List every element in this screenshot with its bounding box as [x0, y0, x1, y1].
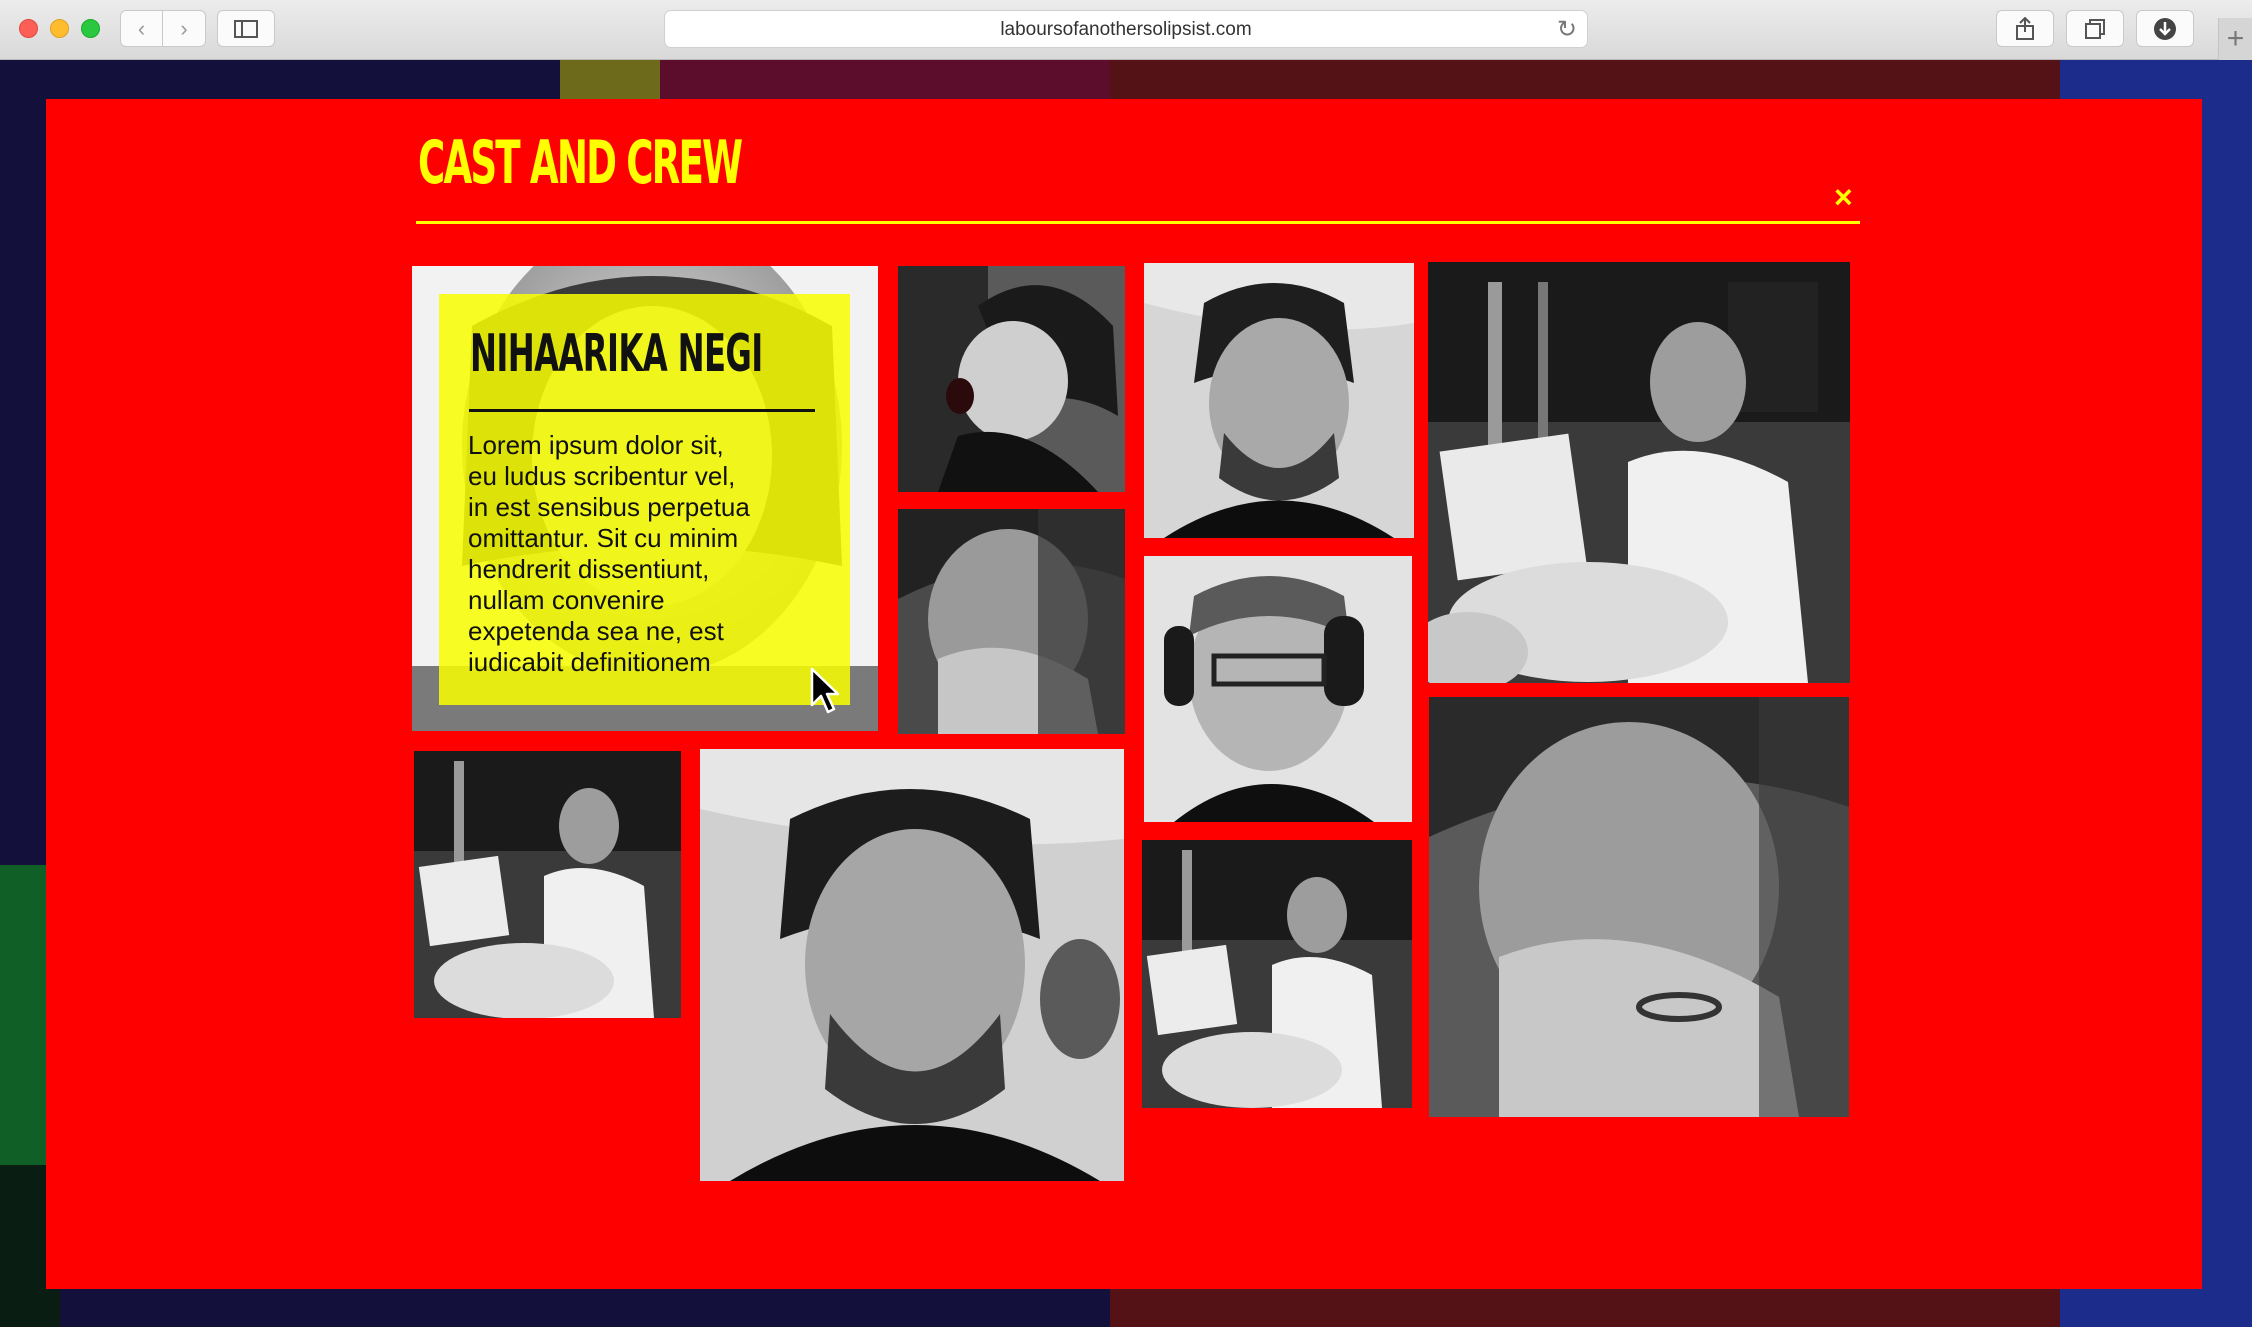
chevron-left-icon: ‹ — [137, 15, 146, 41]
zoom-window-button[interactable] — [81, 19, 100, 38]
mouse-cursor-icon — [810, 667, 840, 714]
cast-photo-man-looking-up[interactable] — [1144, 263, 1414, 538]
share-icon — [2016, 16, 2034, 40]
cast-photo-man-hand-on-chin[interactable] — [898, 509, 1125, 734]
cast-photo-drummer-large[interactable] — [1428, 262, 1850, 683]
member-name: NIHAARIKA NEGI — [470, 324, 763, 384]
url-text: laboursofanothersolipsist.com — [1000, 19, 1252, 40]
featured-member-card[interactable]: NIHAARIKA NEGI Lorem ipsum dolor sit, eu… — [412, 266, 878, 731]
cast-photo-man-looking-up-large[interactable] — [700, 749, 1124, 1181]
title-divider — [416, 221, 1860, 224]
show-tabs-button[interactable] — [2066, 10, 2124, 47]
modal-title: CAST AND CREW — [418, 128, 743, 198]
share-button[interactable] — [1996, 10, 2054, 47]
background-block — [660, 60, 1110, 100]
sidebar-icon — [234, 19, 258, 38]
forward-button[interactable]: › — [163, 10, 206, 47]
download-icon — [2154, 17, 2176, 40]
tabs-icon — [2085, 18, 2105, 39]
cast-photo-drummer-small[interactable] — [414, 751, 681, 1018]
cast-and-crew-modal: CAST AND CREW × NIHAARIKA NEGI Lorem ips… — [46, 99, 2202, 1289]
close-button[interactable]: × — [1834, 181, 1853, 213]
background-block — [560, 60, 660, 100]
reload-icon[interactable]: ↻ — [1557, 15, 1577, 44]
address-bar[interactable]: laboursofanothersolipsist.com ↻ — [664, 10, 1588, 48]
downloads-button[interactable] — [2136, 10, 2194, 47]
close-window-button[interactable] — [19, 19, 38, 38]
member-bio: Lorem ipsum dolor sit, eu ludus scribent… — [468, 430, 750, 677]
cast-photo-drummer-medium[interactable] — [1142, 840, 1412, 1108]
cast-photo-man-hand-on-chin-large[interactable] — [1429, 697, 1849, 1117]
back-button[interactable]: ‹ — [120, 10, 163, 47]
cast-photo-man-glasses-headphones[interactable] — [1144, 556, 1412, 822]
browser-toolbar: ‹ › laboursofanothersolipsist.com ↻ + — [0, 0, 2252, 60]
name-divider — [469, 409, 815, 412]
chevron-right-icon: › — [180, 15, 188, 41]
new-tab-button[interactable]: + — [2218, 18, 2252, 60]
cast-photo-woman-singing[interactable] — [898, 266, 1125, 492]
minimize-window-button[interactable] — [50, 19, 69, 38]
sidebar-toggle-button[interactable] — [217, 10, 275, 47]
